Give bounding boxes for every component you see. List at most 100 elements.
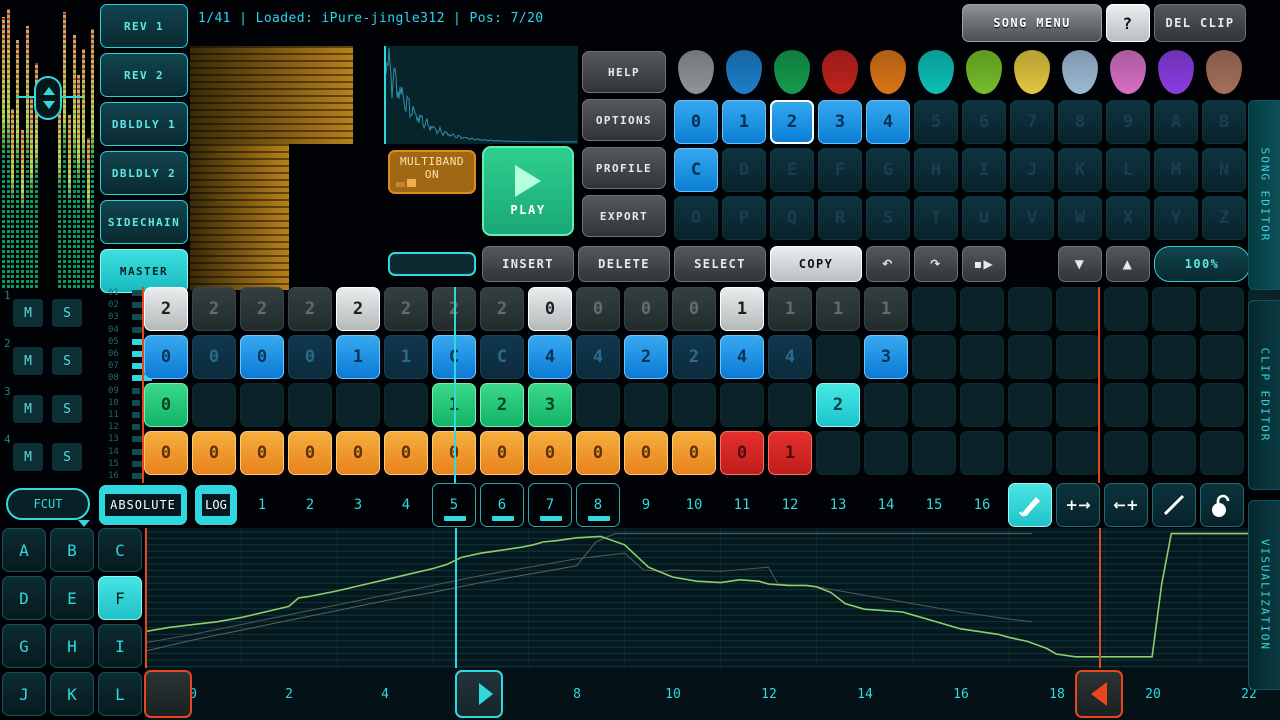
clip-button-W[interactable]: W bbox=[1058, 196, 1102, 240]
fx-button-rev-1[interactable]: REV 1 bbox=[100, 4, 188, 48]
note-button-E[interactable]: E bbox=[50, 576, 94, 620]
palette-swatch[interactable] bbox=[870, 50, 906, 94]
clip-button-S[interactable]: S bbox=[866, 196, 910, 240]
pattern-cell[interactable]: 0 bbox=[576, 287, 620, 331]
pattern-cell[interactable]: 1 bbox=[864, 287, 908, 331]
track-mute-button[interactable]: M bbox=[13, 347, 43, 375]
track-solo-button[interactable]: S bbox=[52, 443, 82, 471]
pattern-cell-empty[interactable] bbox=[240, 383, 284, 427]
timeline-tick-16[interactable]: 16 bbox=[913, 668, 1009, 720]
pattern-cell-empty[interactable] bbox=[1008, 431, 1052, 475]
eq-slider-hi-gain[interactable]: HI GAIN bbox=[190, 241, 384, 290]
pattern-cell-empty[interactable] bbox=[912, 335, 956, 379]
pattern-cell[interactable]: 0 bbox=[192, 335, 236, 379]
clip-button-9[interactable]: 9 bbox=[1106, 100, 1150, 144]
pattern-cell[interactable]: 0 bbox=[288, 335, 332, 379]
pattern-cell-empty[interactable] bbox=[816, 335, 860, 379]
help-question-button[interactable]: ? bbox=[1106, 4, 1150, 42]
pattern-cell[interactable]: 0 bbox=[720, 431, 764, 475]
eq-slider-mid-gain[interactable]: MID GAIN bbox=[190, 192, 384, 241]
edit-button-select[interactable]: SELECT bbox=[674, 246, 766, 282]
clip-button-M[interactable]: M bbox=[1154, 148, 1198, 192]
fx-button-rev-2[interactable]: REV 2 bbox=[100, 53, 188, 97]
pattern-cell-empty[interactable] bbox=[624, 383, 668, 427]
fx-button-dbldly-2[interactable]: DBLDLY 2 bbox=[100, 151, 188, 195]
clip-button-C[interactable]: C bbox=[674, 148, 718, 192]
pattern-cell-empty[interactable] bbox=[960, 383, 1004, 427]
pattern-cell-empty[interactable] bbox=[1200, 287, 1244, 331]
pattern-cell[interactable]: 2 bbox=[480, 287, 524, 331]
pattern-cell[interactable]: 0 bbox=[624, 287, 668, 331]
pattern-cell[interactable]: 2 bbox=[240, 287, 284, 331]
clip-button-V[interactable]: V bbox=[1010, 196, 1054, 240]
clip-button-N[interactable]: N bbox=[1202, 148, 1246, 192]
note-button-A[interactable]: A bbox=[2, 528, 46, 572]
pattern-cell-empty[interactable] bbox=[816, 431, 860, 475]
clip-button-3[interactable]: 3 bbox=[818, 100, 862, 144]
pattern-cell[interactable]: 0 bbox=[192, 431, 236, 475]
palette-swatch[interactable] bbox=[1110, 50, 1146, 94]
pattern-cell[interactable]: 0 bbox=[528, 287, 572, 331]
pattern-cell[interactable]: 1 bbox=[720, 287, 764, 331]
palette-swatch[interactable] bbox=[774, 50, 810, 94]
fx-button-sidechain[interactable]: SIDECHAIN bbox=[100, 200, 188, 244]
pattern-cell-empty[interactable] bbox=[912, 431, 956, 475]
clip-button-Y[interactable]: Y bbox=[1154, 196, 1198, 240]
step-number-5[interactable]: 5 bbox=[432, 483, 476, 527]
timeline-tick-10[interactable]: 10 bbox=[625, 668, 721, 720]
pattern-cell-empty[interactable] bbox=[960, 287, 1004, 331]
right-tab-song-editor[interactable]: SONG EDITOR bbox=[1248, 100, 1280, 290]
fx-button-dbldly-1[interactable]: DBLDLY 1 bbox=[100, 102, 188, 146]
clip-button-F[interactable]: F bbox=[818, 148, 862, 192]
pattern-cell[interactable]: 1 bbox=[336, 335, 380, 379]
note-button-G[interactable]: G bbox=[2, 624, 46, 668]
timeline-tick-8[interactable]: 8 bbox=[529, 668, 625, 720]
param-select-fcut[interactable]: FCUT bbox=[6, 488, 90, 520]
clip-button-O[interactable]: O bbox=[674, 196, 718, 240]
timeline-tick-12[interactable]: 12 bbox=[721, 668, 817, 720]
pattern-cell[interactable]: 3 bbox=[528, 383, 572, 427]
edit-button-delete[interactable]: DELETE bbox=[578, 246, 670, 282]
clip-button-1[interactable]: 1 bbox=[722, 100, 766, 144]
clip-button-K[interactable]: K bbox=[1058, 148, 1102, 192]
pattern-cell-empty[interactable] bbox=[864, 383, 908, 427]
pattern-cell-empty[interactable] bbox=[336, 383, 380, 427]
track-mute-button[interactable]: M bbox=[13, 299, 43, 327]
pattern-cell-empty[interactable] bbox=[960, 335, 1004, 379]
pattern-cell[interactable]: 2 bbox=[336, 287, 380, 331]
pattern-cell[interactable]: 1 bbox=[768, 431, 812, 475]
pattern-cell[interactable]: 0 bbox=[240, 431, 284, 475]
step-number-11[interactable]: 11 bbox=[720, 483, 764, 527]
automation-envelope-view[interactable] bbox=[145, 528, 1248, 668]
palette-swatch[interactable] bbox=[918, 50, 954, 94]
zoom-down-button[interactable]: ▼ bbox=[1058, 246, 1102, 282]
step-number-1[interactable]: 1 bbox=[240, 483, 284, 527]
timeline-tick-4[interactable]: 4 bbox=[337, 668, 433, 720]
pattern-cell-empty[interactable] bbox=[1200, 383, 1244, 427]
menu-button-profile[interactable]: PROFILE bbox=[582, 147, 666, 189]
pattern-cell-empty[interactable] bbox=[720, 383, 764, 427]
pattern-cell[interactable]: 0 bbox=[528, 431, 572, 475]
track-solo-button[interactable]: S bbox=[52, 299, 82, 327]
pattern-cell-empty[interactable] bbox=[864, 431, 908, 475]
playhead-marker[interactable] bbox=[455, 670, 503, 718]
note-button-I[interactable]: I bbox=[98, 624, 142, 668]
draw-pencil-icon[interactable] bbox=[1008, 483, 1052, 527]
pattern-cell-empty[interactable] bbox=[192, 383, 236, 427]
pattern-cell-empty[interactable] bbox=[1008, 335, 1052, 379]
log-mode-toggle[interactable]: LOG bbox=[195, 485, 237, 525]
clip-button-5[interactable]: 5 bbox=[914, 100, 958, 144]
pattern-cell[interactable]: 0 bbox=[288, 431, 332, 475]
step-number-9[interactable]: 9 bbox=[624, 483, 668, 527]
clip-button-7[interactable]: 7 bbox=[1010, 100, 1054, 144]
pattern-cell-empty[interactable] bbox=[1152, 335, 1196, 379]
pattern-cell-empty[interactable] bbox=[1200, 431, 1244, 475]
note-button-H[interactable]: H bbox=[50, 624, 94, 668]
pattern-cell[interactable]: 0 bbox=[672, 287, 716, 331]
note-button-L[interactable]: L bbox=[98, 672, 142, 716]
pattern-cell-empty[interactable] bbox=[1056, 431, 1100, 475]
step-number-13[interactable]: 13 bbox=[816, 483, 860, 527]
pattern-cell-empty[interactable] bbox=[288, 383, 332, 427]
step-number-10[interactable]: 10 bbox=[672, 483, 716, 527]
pattern-cell-empty[interactable] bbox=[1152, 383, 1196, 427]
